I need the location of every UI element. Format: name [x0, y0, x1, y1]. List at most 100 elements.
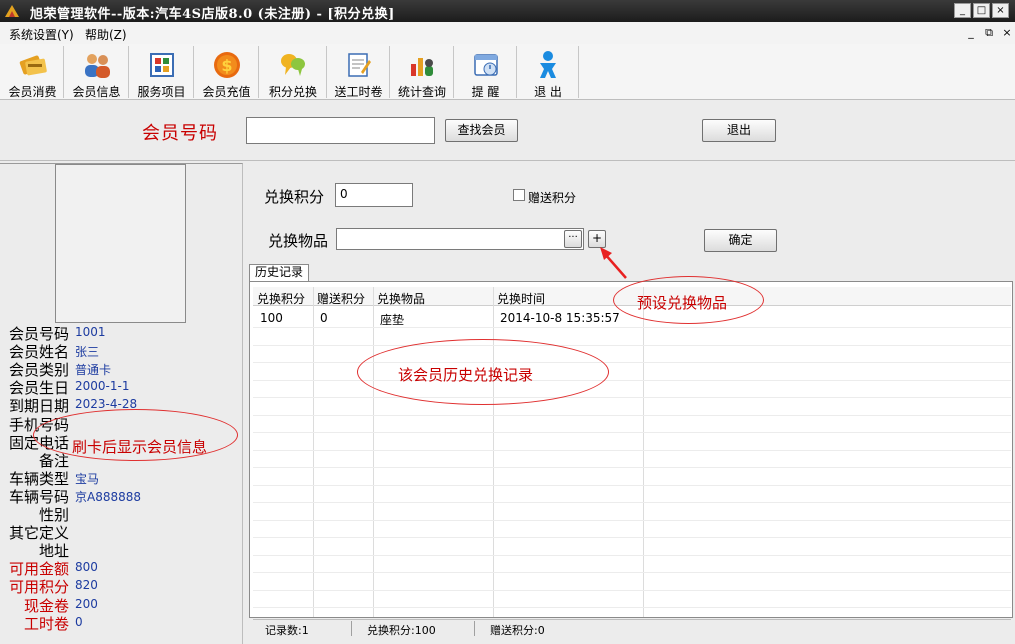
status-divider: [351, 621, 352, 636]
member-info-icon: [84, 54, 110, 78]
grid-row-line: [253, 450, 1011, 451]
member-info-label: 可用积分: [8, 578, 69, 596]
member-info-row: 工时卷 0: [0, 613, 243, 633]
record-count: 记录数:1: [265, 624, 309, 637]
find-member-button[interactable]: 查找会员: [445, 119, 518, 142]
toolbar-member-info[interactable]: 会员信息: [65, 46, 129, 99]
toolbar-label: 会员信息: [72, 85, 121, 99]
member-photo: [55, 164, 186, 323]
member-info-value: 200: [75, 597, 98, 611]
column-header-item[interactable]: 兑换物品: [377, 290, 425, 307]
exit-button[interactable]: 退出: [702, 119, 776, 142]
gift-points-label: 赠送积分: [528, 191, 577, 205]
status-gift-points: 赠送积分:0: [490, 624, 545, 637]
member-info-value: 820: [75, 578, 98, 592]
member-info-row: 现金卷 200: [0, 595, 243, 615]
mdi-minimize-button[interactable]: _: [964, 26, 978, 39]
card-info-note: 刷卡后显示会员信息: [72, 438, 208, 456]
member-number-input[interactable]: [246, 117, 435, 144]
toolbar-label: 退 出: [534, 85, 562, 99]
member-info-value: 800: [75, 560, 98, 574]
status-divider: [474, 621, 475, 636]
member-info-value: 宝马: [75, 472, 100, 486]
grid-row-line: [253, 467, 1011, 468]
minimize-button[interactable]: _: [954, 3, 971, 18]
exchange-points-input[interactable]: 0: [335, 183, 413, 207]
grid-row-line: [253, 537, 1011, 538]
reminder-icon: [473, 54, 498, 76]
grid-row-line: [253, 432, 1011, 433]
column-header-gift-points[interactable]: 赠送积分: [317, 290, 365, 307]
service-items-icon: [149, 53, 174, 77]
column-divider: [313, 287, 314, 617]
gift-points-checkbox[interactable]: [513, 189, 525, 201]
grid-row-line: [253, 327, 1011, 328]
member-info-row: 会员号码 1001: [0, 323, 243, 343]
member-info-row: 可用积分 820: [0, 576, 243, 596]
member-info-row: 会员类别 普通卡: [0, 359, 243, 379]
cell-item: 座垫: [380, 313, 405, 327]
points-exchange-icon: [281, 54, 305, 76]
toolbar-member-consume[interactable]: 会员消费: [2, 46, 64, 99]
toolbar-service-items[interactable]: 服务项目: [130, 46, 194, 99]
member-info-value: 1001: [75, 325, 106, 339]
menu-system-settings[interactable]: 系统设置(Y): [9, 26, 74, 43]
toolbar-label: 服务项目: [137, 85, 186, 99]
confirm-button[interactable]: 确定: [704, 229, 777, 252]
toolbar-recharge[interactable]: $ 会员充值: [195, 46, 259, 99]
grid-row-line: [253, 590, 1011, 591]
menu-bar: 系统设置(Y) 帮助(Z) _ ⧉ ×: [0, 22, 1015, 44]
toolbar-points-exchange[interactable]: 积分兑换: [260, 46, 327, 99]
grid-row-line: [253, 345, 1011, 346]
tab-history[interactable]: 历史记录: [249, 264, 309, 281]
status-exchange-points: 兑换积分:100: [367, 624, 436, 637]
column-divider: [493, 287, 494, 617]
member-info-value: 0: [75, 615, 83, 629]
grid-row-line: [253, 485, 1011, 486]
member-number-label: 会员号码: [142, 123, 218, 144]
toolbar-reminder[interactable]: 提 醒: [455, 46, 517, 99]
maximize-button[interactable]: □: [973, 3, 990, 18]
column-divider: [373, 287, 374, 617]
toolbar-label: 会员充值: [202, 85, 251, 99]
column-header-time[interactable]: 兑换时间: [497, 290, 545, 307]
close-button[interactable]: ×: [992, 3, 1009, 18]
labor-voucher-icon: [347, 53, 371, 77]
member-info-row: 性别: [0, 504, 243, 524]
toolbar-label: 会员消费: [8, 85, 57, 99]
toolbar-label: 送工时卷: [334, 85, 383, 99]
column-divider: [643, 287, 644, 617]
member-info-row: 其它定义: [0, 522, 243, 542]
exchange-item-input[interactable]: [336, 228, 584, 250]
toolbar-statistics[interactable]: 统计查询: [391, 46, 454, 99]
callout-arrow-icon: [600, 247, 627, 279]
member-info-label: 到期日期: [8, 397, 69, 415]
history-note: 该会员历史兑换记录: [398, 366, 534, 384]
exchange-item-label: 兑换物品: [268, 232, 329, 250]
member-info-row: 可用金额 800: [0, 558, 243, 578]
member-info-label: 工时卷: [23, 615, 69, 633]
member-info-value: 2000-1-1: [75, 379, 130, 393]
member-info-row: 车辆号码 京A888888: [0, 486, 243, 506]
toolbar: 会员消费 会员信息 服务项目 $ 会员充值 积分兑换 送工时卷 统计查询 提 醒…: [0, 44, 1015, 100]
statistics-icon: [411, 58, 433, 76]
grid-row-line: [253, 397, 1011, 398]
toolbar-label: 积分兑换: [268, 85, 317, 99]
member-info-value: 张三: [75, 345, 100, 359]
browse-items-button[interactable]: ···: [564, 230, 582, 248]
mdi-restore-button[interactable]: ⧉: [982, 26, 996, 40]
app-logo-icon: [5, 5, 19, 17]
toolbar-labor-voucher[interactable]: 送工时卷: [328, 46, 390, 99]
toolbar-exit[interactable]: 退 出: [518, 46, 579, 99]
mdi-close-button[interactable]: ×: [1000, 26, 1014, 39]
preset-item-note: 预设兑换物品: [637, 294, 728, 312]
title-bar: 旭荣管理软件--版本:汽车4S店版8.0 (未注册) - [积分兑换] _ □ …: [0, 0, 1015, 22]
grid-row-line: [253, 415, 1011, 416]
member-info-row: 会员姓名 张三: [0, 341, 243, 361]
column-header-exchange-points[interactable]: 兑换积分: [257, 290, 305, 307]
grid-row-line: [253, 607, 1011, 608]
member-info-row: 会员生日 2000-1-1: [0, 377, 243, 397]
menu-help[interactable]: 帮助(Z): [85, 26, 127, 43]
recharge-icon: $: [213, 52, 240, 78]
member-info-value: 京A888888: [75, 490, 142, 504]
